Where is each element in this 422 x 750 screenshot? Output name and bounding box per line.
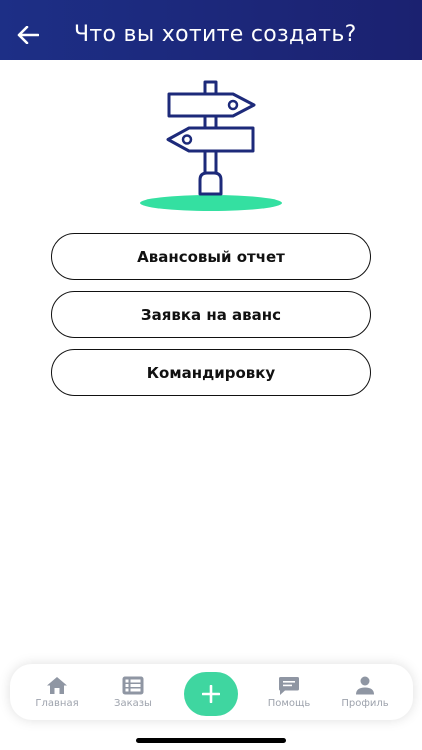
tab-home-label: Главная <box>35 697 79 709</box>
user-icon <box>354 676 376 696</box>
chat-icon <box>278 676 300 696</box>
signpost-icon <box>140 80 282 211</box>
create-button[interactable] <box>184 672 238 716</box>
tab-help[interactable]: Помощь <box>254 664 324 720</box>
signpost-illustration <box>138 76 288 216</box>
advance-request-button[interactable]: Заявка на аванс <box>51 291 371 338</box>
tab-profile-label: Профиль <box>341 697 389 709</box>
app-header: Что вы хотите создать? <box>0 0 422 60</box>
tab-profile[interactable]: Профиль <box>330 664 400 720</box>
home-icon <box>46 676 68 696</box>
ground-ellipse <box>140 195 282 211</box>
tab-home[interactable]: Главная <box>22 664 92 720</box>
back-button[interactable] <box>16 23 40 47</box>
page-title: Что вы хотите создать? <box>74 22 357 47</box>
plus-icon <box>202 685 220 703</box>
bottom-tab-bar: Главная Заказы Помощь Профиль <box>10 664 413 720</box>
business-trip-button[interactable]: Командировку <box>51 349 371 396</box>
tab-orders[interactable]: Заказы <box>98 664 168 720</box>
list-icon <box>122 676 144 696</box>
arrow-left-icon <box>17 26 39 44</box>
tab-help-label: Помощь <box>267 697 311 709</box>
home-indicator <box>136 738 286 743</box>
tab-orders-label: Заказы <box>114 697 152 709</box>
advance-report-button[interactable]: Авансовый отчет <box>51 233 371 280</box>
